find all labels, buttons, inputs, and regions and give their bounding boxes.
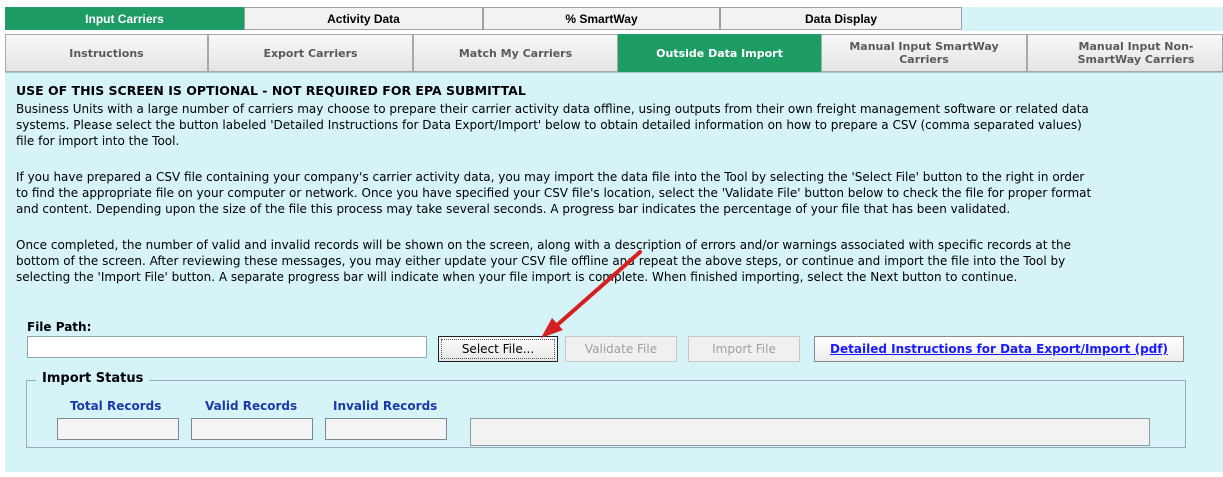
import-paragraph: Once completed, the number of valid and … — [16, 238, 1071, 284]
subtab-manual-input-non-smartway[interactable]: Manual Input Non-SmartWay Carriers — [1027, 34, 1223, 72]
total-records-label: Total Records — [70, 399, 162, 413]
tab-activity-data[interactable]: Activity Data — [244, 7, 483, 30]
detailed-instructions-link[interactable]: Detailed Instructions for Data Export/Im… — [814, 336, 1184, 362]
tab-smartway-percent[interactable]: % SmartWay — [483, 7, 720, 30]
subtab-manual-input-smartway[interactable]: Manual Input SmartWay Carriers — [821, 34, 1027, 72]
subtab-match-my-carriers[interactable]: Match My Carriers — [413, 34, 618, 72]
validate-file-button[interactable]: Validate File — [565, 336, 677, 362]
status-message-field — [470, 418, 1150, 446]
subtab-outside-data-import[interactable]: Outside Data Import — [618, 34, 821, 72]
select-file-button[interactable]: Select File... — [438, 336, 558, 362]
intro-paragraph: Business Units with a large number of ca… — [16, 102, 1089, 148]
tab-data-display[interactable]: Data Display — [720, 7, 962, 30]
select-file-paragraph: If you have prepared a CSV file containi… — [16, 170, 1092, 216]
valid-records-field — [191, 418, 313, 440]
valid-records-label: Valid Records — [205, 399, 298, 413]
invalid-records-label: Invalid Records — [333, 399, 438, 413]
tab-bar-filler — [962, 7, 1223, 31]
sub-tab-bar: Instructions Export Carriers Match My Ca… — [5, 34, 1223, 72]
page-heading: USE OF THIS SCREEN IS OPTIONAL - NOT REQ… — [16, 83, 526, 98]
total-records-field — [57, 418, 179, 440]
import-status-title: Import Status — [36, 371, 150, 386]
file-path-input[interactable] — [27, 336, 427, 358]
subtab-instructions[interactable]: Instructions — [5, 34, 208, 72]
file-path-label: File Path: — [27, 320, 92, 334]
import-file-button[interactable]: Import File — [688, 336, 800, 362]
tab-input-carriers[interactable]: Input Carriers — [5, 7, 244, 30]
main-tab-bar: Input Carriers Activity Data % SmartWay … — [5, 7, 1223, 31]
subtab-export-carriers[interactable]: Export Carriers — [208, 34, 413, 72]
invalid-records-field — [325, 418, 447, 440]
